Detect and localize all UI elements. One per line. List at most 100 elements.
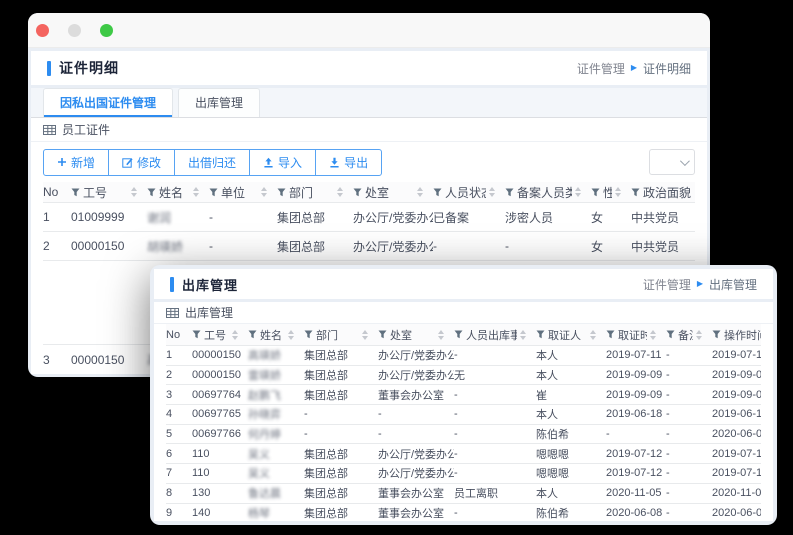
filter-icon[interactable] (71, 188, 80, 197)
filter-icon[interactable] (248, 330, 257, 339)
maximize-button[interactable] (100, 23, 113, 37)
column-header-5[interactable]: 处室 (353, 184, 433, 201)
table-row[interactable]: 8 130 鲁达晨 集团总部 董事会办公室 员工离职 本人 2020-11-05-2020-1… (166, 484, 761, 504)
table-cell: 何丹婷 (248, 429, 281, 442)
table-cell: 嗯嗯嗯 (536, 468, 569, 481)
toolbar-export-button[interactable]: 导出 (315, 148, 383, 176)
table-row[interactable]: 3 00697764 赵鹏飞 集团总部 董事会办公室 - 崔 2019-09-09-2019-… (166, 385, 761, 406)
sort-caret-icon[interactable] (232, 329, 248, 340)
filter-select[interactable] (649, 149, 695, 175)
chevron-down-icon (679, 155, 690, 166)
filter-icon[interactable] (304, 330, 313, 339)
sort-caret-icon[interactable] (193, 187, 209, 197)
table-cell: 110 (192, 467, 210, 480)
table-cell: 雷瑛娇 (248, 370, 281, 383)
column-header-8[interactable]: 性别 (591, 184, 631, 201)
sort-caret-icon[interactable] (417, 187, 433, 197)
column-header-4[interactable]: 部门 (277, 184, 353, 201)
filter-icon[interactable] (433, 188, 442, 197)
filter-icon[interactable] (454, 330, 463, 339)
table-cell: 3 (166, 388, 173, 401)
table-cell: 00697764 (192, 388, 241, 401)
column-header-6[interactable]: 取证人 (536, 327, 606, 343)
table-row[interactable]: 200000150雷瑛娇集团总部办公厅/党委办公室无本人2019-09-09-2… (166, 366, 761, 386)
sort-caret-icon[interactable] (261, 187, 277, 197)
table-cell: 2019-09-09 (712, 388, 761, 401)
column-header-label: 处室 (390, 329, 412, 342)
column-header-1[interactable]: 工号 (192, 327, 248, 343)
column-header-4[interactable]: 处室 (378, 327, 454, 343)
column-header-9[interactable]: 政治面貌 (631, 184, 695, 201)
table-row[interactable]: 400697765孙晓弈---本人2019-06-18-2019-06-18 (166, 405, 761, 425)
column-header-8[interactable]: 备注 (666, 327, 712, 343)
column-header-5[interactable]: 人员出库事由 (454, 327, 536, 343)
filter-icon[interactable] (606, 330, 615, 339)
table-row[interactable]: 6110吴义集团总部办公厅/党委办公室-嗯嗯嗯2019-07-12-2019-0… (166, 444, 761, 465)
sort-caret-icon[interactable] (288, 329, 304, 340)
toolbar-edit-button[interactable]: 修改 (108, 148, 176, 176)
filter-icon[interactable] (631, 188, 640, 197)
filter-icon[interactable] (666, 330, 675, 339)
section-label-text: 员工证件 (62, 123, 111, 137)
column-header-3[interactable]: 单位 (209, 184, 277, 201)
filter-icon[interactable] (192, 330, 201, 339)
column-header-9[interactable]: 操作时间 (712, 327, 761, 343)
column-header-0: No (166, 329, 192, 341)
sort-caret-icon[interactable] (438, 329, 454, 340)
sort-caret-icon[interactable] (575, 187, 591, 197)
sort-caret-icon[interactable] (362, 329, 378, 340)
window-outbound-management: 出库管理 证件管理 ▶ 出库管理 出库管理 No 工号 姓名 部门 处室 人员出库事由 取证人 取… (150, 265, 777, 525)
toolbar: 新增 修改 出借归还 导入 导出 (31, 142, 707, 182)
column-header-6[interactable]: 人员状态 (433, 184, 505, 201)
close-button[interactable] (36, 23, 49, 37)
sort-caret-icon[interactable] (131, 187, 147, 197)
column-header-1[interactable]: 工号 (71, 184, 147, 201)
toolbar-lend-return-button[interactable]: 出借归还 (174, 148, 251, 176)
table-cell: 崔 (536, 389, 547, 402)
filter-icon[interactable] (591, 188, 600, 197)
filter-icon[interactable] (505, 188, 514, 197)
toolbar-add-button[interactable]: 新增 (43, 148, 110, 176)
table-cell: 办公厅/党委办公室 (353, 210, 433, 225)
table-row[interactable]: 9 140 杨琴 集团总部 董事会办公室 - 陈伯希 2020-06-08-2020-06-0… (166, 504, 761, 522)
filter-icon[interactable] (209, 188, 218, 197)
table-cell: 3 (43, 352, 50, 367)
sort-caret-icon[interactable] (696, 329, 712, 340)
breadcrumb-item[interactable]: 证件管理 (643, 276, 691, 293)
column-header-2[interactable]: 姓名 (147, 184, 209, 201)
column-header-3[interactable]: 部门 (304, 327, 378, 343)
table-cell: 2019-06-18 (712, 408, 761, 421)
table-cell: 办公厅/党委办公室 (353, 239, 433, 254)
minimize-button[interactable] (68, 23, 81, 37)
table-cell: 2019-07-12 (712, 467, 761, 480)
toolbar-import-button[interactable]: 导入 (249, 148, 317, 176)
table-row[interactable]: 200000150胡瑛娇-集团总部办公厅/党委办公室--女中共党员 (43, 232, 695, 261)
filter-icon[interactable] (277, 188, 286, 197)
table-cell: 130 (192, 487, 211, 500)
sort-caret-icon[interactable] (337, 187, 353, 197)
table-row[interactable]: 1 01009999 谢润 - 集团总部 办公厅/党委办公室已备案 涉密人员 女 中共党员 (43, 203, 695, 232)
column-header-2[interactable]: 姓名 (248, 327, 304, 343)
table-cell: 2020-06-08 (712, 507, 761, 520)
filter-icon[interactable] (378, 330, 387, 339)
table-row[interactable]: 100000150高瑛娇集团总部办公厅/党委办公室-本人2019-07-11-2… (166, 346, 761, 366)
sort-caret-icon[interactable] (489, 187, 505, 197)
sort-caret-icon[interactable] (520, 329, 536, 340)
sort-caret-icon[interactable] (650, 329, 666, 340)
filter-icon[interactable] (353, 188, 362, 197)
tab-private-abroad-cert-mgmt[interactable]: 因私出国证件管理 (43, 88, 174, 117)
sort-caret-icon[interactable] (590, 329, 606, 340)
filter-icon[interactable] (536, 330, 545, 339)
table-row[interactable]: 5 00697766 何丹婷 - - - 陈伯希 - - 2020-06-04 (166, 425, 761, 445)
table-cell: 2 (43, 239, 50, 253)
table-cell: 5 (166, 428, 173, 441)
column-header-7[interactable]: 备案人员类别 (505, 184, 591, 201)
filter-icon[interactable] (712, 330, 721, 339)
tab-outbound-mgmt[interactable]: 出库管理 (178, 88, 261, 117)
column-header-7[interactable]: 取证时间 (606, 327, 666, 343)
grid-table-icon (166, 307, 179, 318)
sort-caret-icon[interactable] (615, 187, 631, 197)
filter-icon[interactable] (147, 188, 156, 197)
table-row[interactable]: 7110吴义集团总部办公厅/党委办公室-嗯嗯嗯2019-07-12-2019-0… (166, 464, 761, 484)
breadcrumb-item[interactable]: 证件管理 (577, 60, 625, 77)
